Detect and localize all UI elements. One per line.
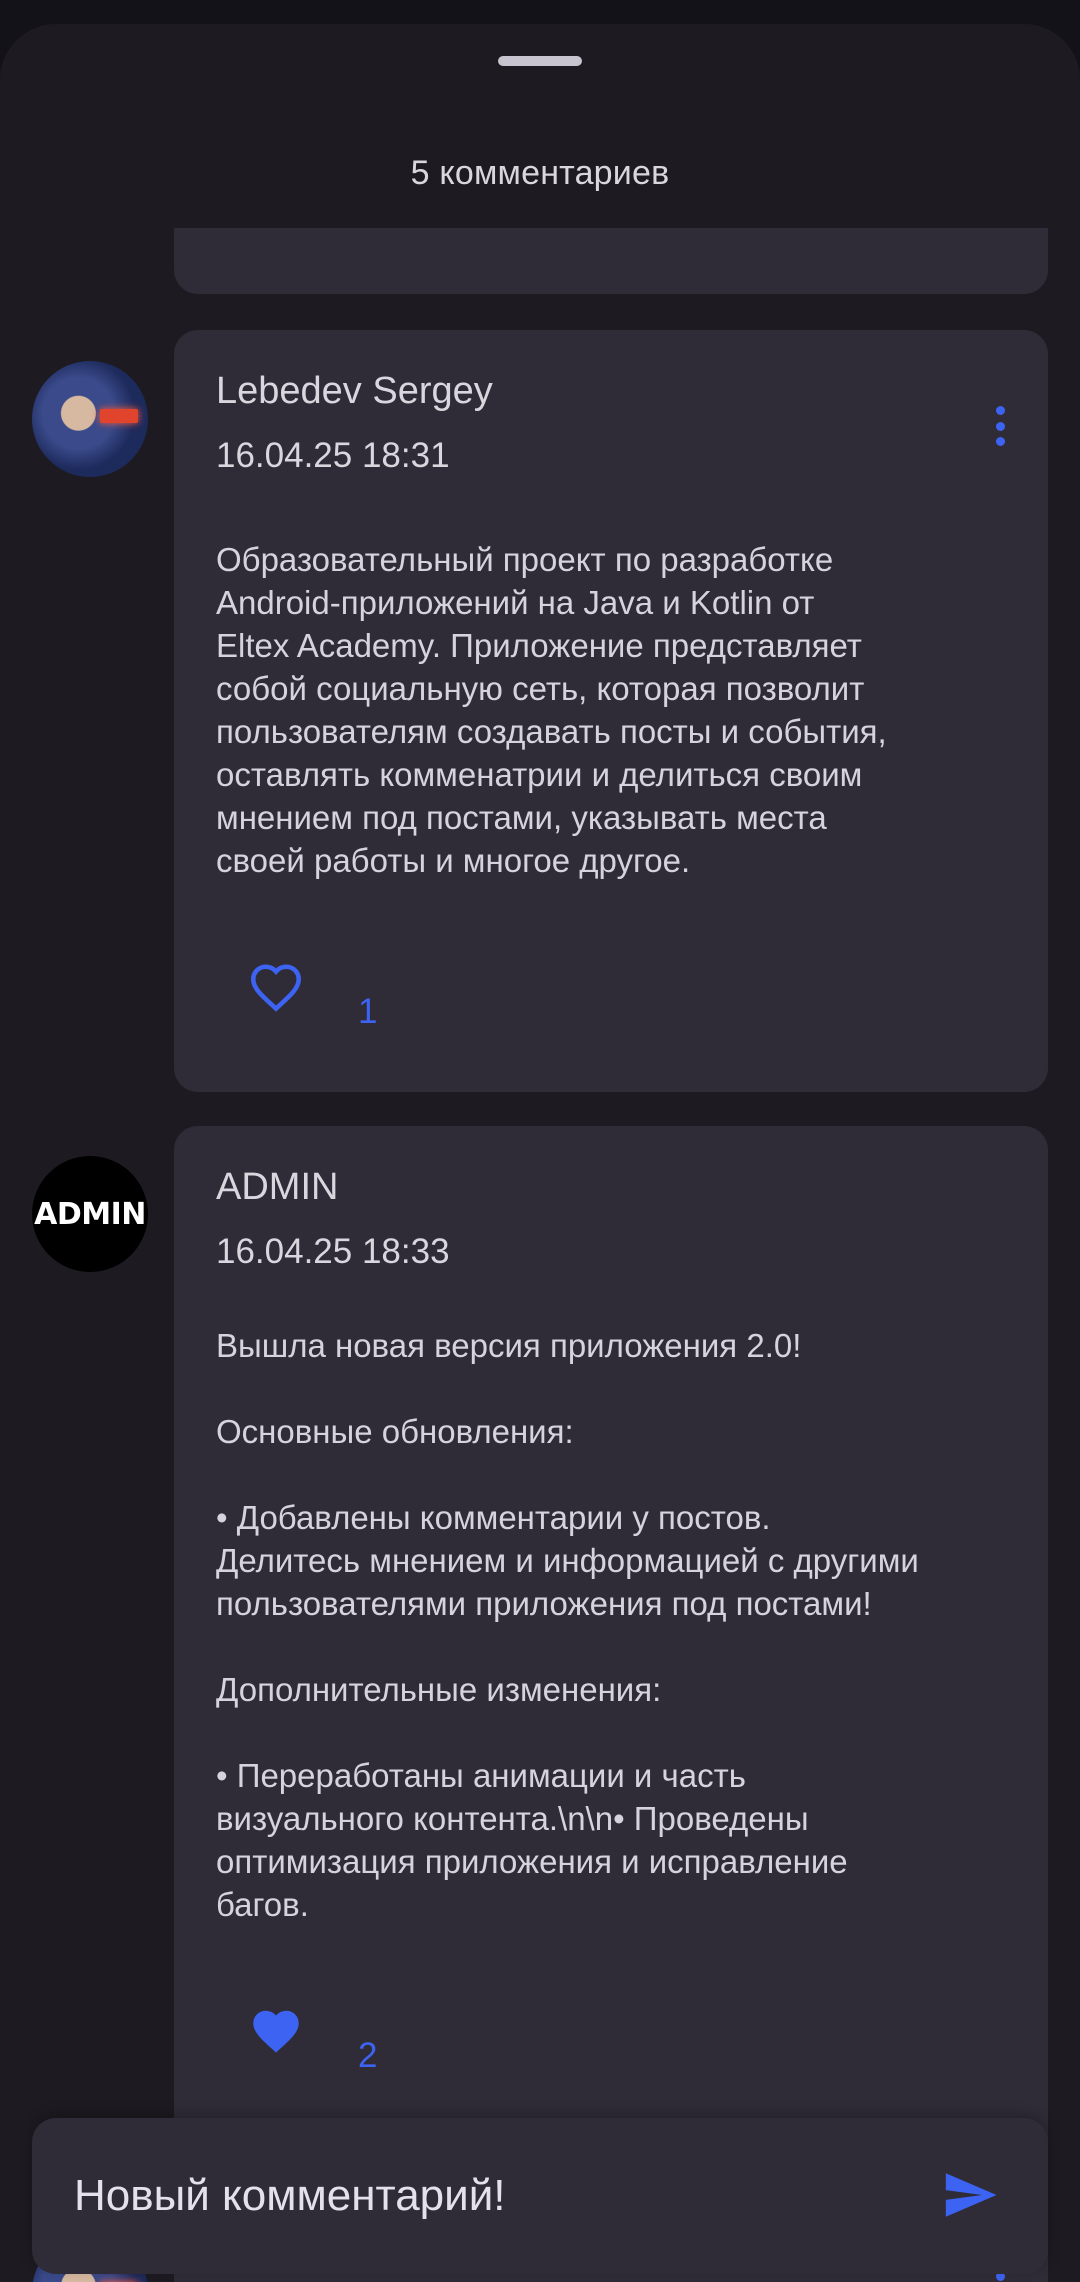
- comments-list[interactable]: Lebedev Sergey 16.04.25 18:31 Образовате…: [0, 24, 1080, 2282]
- comment-text: Вышла новая версия приложения 2.0! Основ…: [216, 1327, 919, 1923]
- comment-date: 16.04.25 18:31: [216, 436, 450, 475]
- avatar-label: ADMIN: [34, 1196, 146, 1232]
- comment-author: ADMIN: [216, 1166, 339, 1208]
- comment-card: ADMIN 16.04.25 18:33 Вышла новая версия …: [174, 1126, 1048, 2206]
- comment-date: 16.04.25 18:33: [216, 1232, 450, 1271]
- comment-input-bar: [32, 2118, 1048, 2274]
- comment-card: Lebedev Sergey 16.04.25 18:31 Образовате…: [174, 330, 1048, 1092]
- like-count: 2: [358, 2036, 378, 2075]
- avatar[interactable]: [32, 361, 148, 477]
- drag-handle[interactable]: [498, 56, 582, 66]
- comments-bottom-sheet: Lebedev Sergey 16.04.25 18:31 Образовате…: [0, 24, 1080, 2282]
- like-count: 1: [358, 992, 378, 1031]
- sheet-header: 5 комментариев: [0, 24, 1080, 228]
- like-heart-outline-icon[interactable]: [248, 962, 304, 1012]
- avatar-photo-detail: [100, 409, 138, 423]
- more-options-icon[interactable]: [994, 406, 1006, 446]
- comments-count-title: 5 комментариев: [410, 154, 670, 192]
- comment-input[interactable]: [74, 2158, 914, 2234]
- comment-author: Lebedev Sergey: [216, 370, 493, 412]
- avatar[interactable]: ADMIN: [32, 1156, 148, 1272]
- send-icon[interactable]: [940, 2166, 1000, 2224]
- like-heart-filled-icon[interactable]: [248, 2006, 304, 2056]
- comment-text: Образовательный проект по разработке And…: [216, 541, 887, 879]
